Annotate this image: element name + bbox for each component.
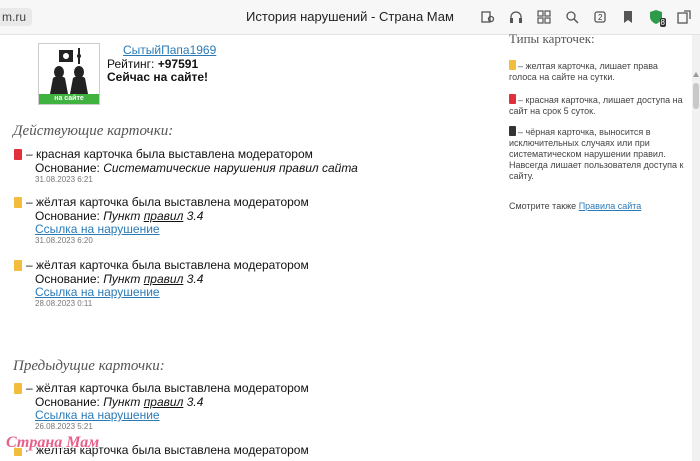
basis-label: Основание: [35,209,100,223]
card-type-desc: – желтая карточка, лишает права голоса н… [509,61,658,82]
site-rules-link[interactable]: Правила сайта [579,201,642,211]
basis-text: Пункт [103,395,141,409]
headphones-icon[interactable] [506,7,526,27]
online-status: Сейчас на сайте! [107,70,209,84]
card-type-desc: – чёрная карточка, выносится в исключите… [509,127,684,181]
page-scrollbar[interactable] [692,35,700,461]
rules-link[interactable]: правил [144,209,184,223]
card-item: – красная карточка была выставлена модер… [14,147,484,185]
collections-icon[interactable] [534,7,554,27]
card-text: – жёлтая карточка была выставлена модера… [26,258,309,272]
basis-label: Основание: [35,395,100,409]
basis-rule-number: 3.4 [186,272,204,286]
scroll-up-arrow-icon[interactable] [693,72,699,77]
violation-link[interactable]: Ссылка на нарушение [35,409,484,422]
basis-label: Основание: [35,161,100,175]
toolbar-icons: 2 8 [478,7,694,27]
tabs-count: 2 [598,13,603,22]
black-card-icon [509,126,516,136]
previous-cards-title: Предыдущие карточки: [13,358,165,374]
tabs-icon[interactable]: 2 [590,7,610,27]
browser-toolbar: m.ru История нарушений - Страна Мам 2 8 [0,0,700,35]
page-search-icon[interactable] [478,7,498,27]
scroll-thumb[interactable] [693,83,699,109]
yellow-card-icon [14,382,22,394]
violation-link[interactable]: Ссылка на нарушение [35,223,484,236]
yellow-card-icon [509,60,516,70]
card-text: – жёлтая карточка была выставлена модера… [26,195,309,209]
rating: Рейтинг: +97591 [107,57,198,71]
basis-text: Пункт [103,272,141,286]
basis-label: Основание: [35,272,100,286]
card-type-red: – красная карточка, лишает доступа на са… [509,94,685,117]
protect-shield-icon[interactable]: 8 [646,7,666,27]
rules-link[interactable]: правил [144,272,184,286]
username-link[interactable]: СытыйПапа1969 [123,43,216,57]
red-card-icon [509,94,516,104]
see-also-label: Смотрите также [509,201,577,211]
card-item: – жёлтая карточка была выставлена модера… [14,381,484,432]
card-text: – красная карточка была выставлена модер… [26,147,313,161]
card-date: 31.08.2023 6:20 [35,236,93,245]
see-also: Смотрите также Правила сайта [509,201,641,211]
card-item: – жёлтая карточка была выставлена модера… [14,258,484,309]
rating-label: Рейтинг: [107,57,155,71]
card-date: 31.08.2023 6:21 [35,175,93,184]
extension-icon[interactable] [674,7,694,27]
basis-text: Пункт [103,209,141,223]
yellow-card-icon [14,259,22,271]
card-type-yellow: – желтая карточка, лишает права голоса н… [509,60,685,83]
basis-rule-number: 3.4 [186,209,204,223]
avatar[interactable]: на сайте [38,43,100,105]
shield-count: 8 [659,18,666,27]
basis-rule-number: 3.4 [186,395,204,409]
red-card-icon [14,148,22,160]
avatar-online-label: на сайте [39,94,99,104]
bookmark-icon[interactable] [618,7,638,27]
zoom-icon[interactable] [562,7,582,27]
rules-link[interactable]: правил [144,395,184,409]
basis-text: Систематические нарушения правил сайта [103,161,358,175]
site-watermark-logo: Страна Мам [6,434,100,451]
violation-link[interactable]: Ссылка на нарушение [35,286,484,299]
card-text: – жёлтая карточка была выставлена модера… [26,381,309,395]
card-item: – жёлтая карточка была выставлена модера… [14,195,484,246]
card-type-desc: – красная карточка, лишает доступа на са… [509,95,683,116]
rating-value: +97591 [157,57,199,71]
card-type-black: – чёрная карточка, выносится в исключите… [509,126,685,182]
card-date: 26.08.2023 5:21 [35,422,93,431]
card-date: 28.08.2023 0:11 [35,299,93,308]
current-cards-title: Действующие карточки: [13,123,174,139]
card-types-title: Типы карточек: [509,31,595,46]
yellow-card-icon [14,196,22,208]
